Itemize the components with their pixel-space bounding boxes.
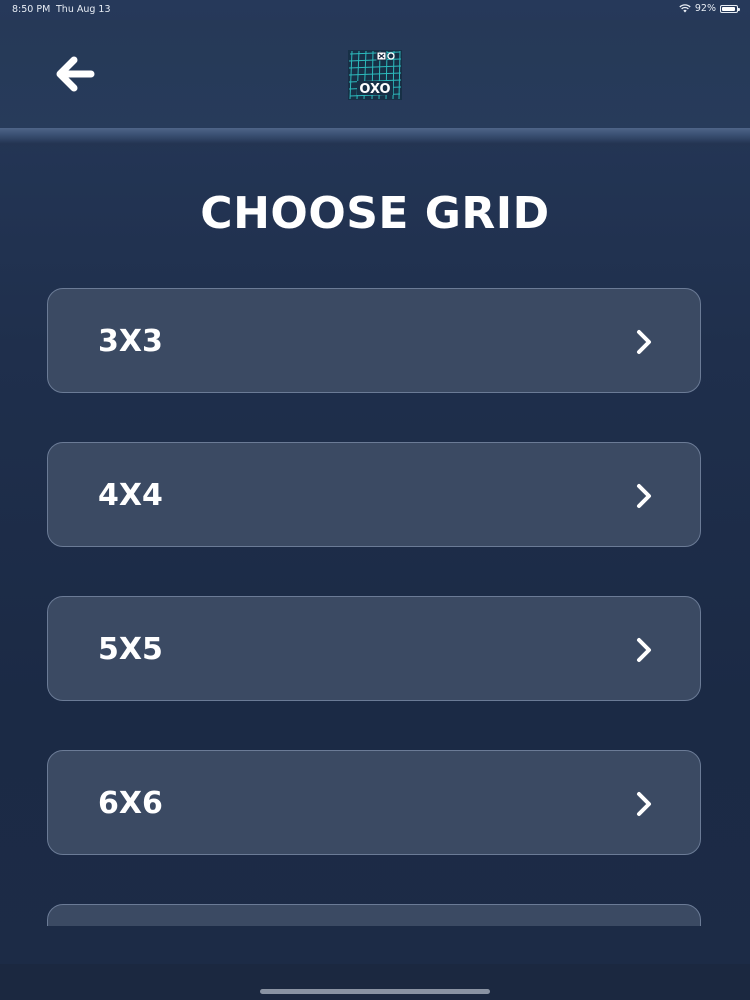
logo-grid-icon: OXO: [348, 50, 402, 100]
chevron-right-icon: [637, 638, 651, 662]
grid-option-label: 4X4: [98, 478, 163, 513]
bottom-bar: [0, 964, 750, 1000]
chevron-right-icon: [637, 792, 651, 816]
screen: 8:50 PM Thu Aug 13 92% OXO CHOOSE GRID 3…: [0, 0, 750, 1000]
grid-option-5x5[interactable]: 5X5: [47, 596, 701, 701]
chevron-right-icon: [637, 484, 651, 508]
arrow-left-icon: [56, 56, 95, 92]
battery-level: [722, 6, 735, 11]
wifi-icon: [679, 4, 691, 13]
status-bar: 8:50 PM Thu Aug 13 92%: [0, 0, 750, 20]
page-title: CHOOSE GRID: [200, 188, 550, 239]
battery-percent: 92%: [694, 3, 716, 14]
grid-option-label: 6X6: [98, 786, 163, 821]
grid-option-3x3[interactable]: 3X3: [47, 288, 701, 393]
logo-text: OXO: [359, 82, 390, 97]
grid-option-4x4[interactable]: 4X4: [47, 442, 701, 547]
back-button[interactable]: [54, 56, 96, 92]
grid-option-label: 3X3: [98, 324, 163, 359]
chevron-right-icon: [637, 330, 651, 354]
status-indicators: 92%: [679, 3, 740, 14]
grid-option-label: 5X5: [98, 632, 163, 667]
status-time: 8:50 PM: [12, 4, 51, 15]
battery-icon: [720, 4, 740, 13]
status-date: Thu Aug 13: [56, 4, 111, 15]
home-indicator[interactable]: [260, 989, 490, 994]
grid-option-6x6[interactable]: 6X6: [47, 750, 701, 855]
grid-option-partial[interactable]: [47, 904, 701, 926]
header-divider: [0, 128, 750, 154]
app-logo: OXO: [348, 50, 402, 100]
grid-option-list: 3X3 4X4 5X5 6X6: [47, 288, 703, 926]
